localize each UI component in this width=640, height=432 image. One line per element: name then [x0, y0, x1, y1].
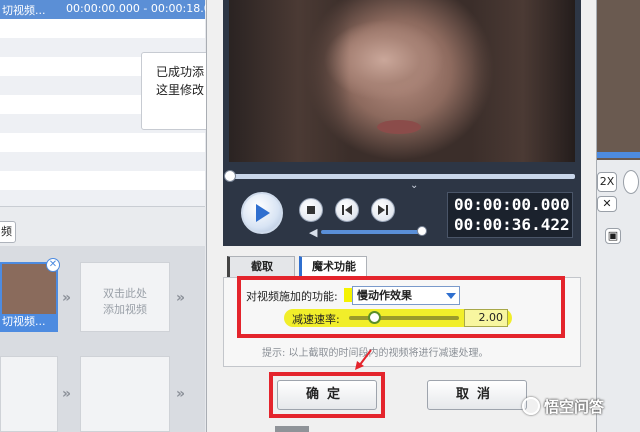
- watermark-logo-icon: [522, 397, 540, 415]
- video-frame: [229, 0, 575, 162]
- add-clip-label-1: 双击此处: [103, 287, 147, 300]
- remove-clip-icon[interactable]: ✕: [46, 258, 60, 272]
- tip-line-1: 已成功添: [156, 65, 205, 79]
- cancel-button[interactable]: 取消: [427, 380, 527, 410]
- watermark-text: 悟空问答: [544, 398, 605, 416]
- stop-icon: [307, 206, 315, 214]
- tip-line-2: 这里修改: [156, 83, 205, 97]
- round-button[interactable]: [623, 170, 639, 194]
- tab-magic-functions[interactable]: 魔术功能: [299, 256, 367, 278]
- volume-icon[interactable]: ◀: [309, 226, 317, 239]
- add-clip-label-2: 添加视频: [103, 303, 147, 316]
- toolbar-button[interactable]: 频: [0, 221, 16, 243]
- time-display: 00:00:00.000 00:00:36.422: [447, 192, 573, 238]
- speed-button[interactable]: 2X: [597, 172, 617, 192]
- step-back-icon: [342, 205, 352, 215]
- right-panel: 2X ✕ ▣: [597, 0, 640, 432]
- chevron-right-icon: »: [176, 386, 185, 402]
- annotation-arrow-icon: [355, 349, 372, 370]
- right-preview: [597, 0, 640, 160]
- chevron-down-icon: ⌄: [410, 180, 419, 191]
- step-forward-icon: [378, 205, 388, 215]
- time-current: 00:00:00.000: [454, 195, 570, 214]
- watermark: 悟空问答: [522, 396, 604, 417]
- clip-name: 切视频...: [2, 4, 46, 17]
- play-icon: [256, 204, 270, 222]
- info-tooltip: 已成功添 这里修改: [141, 52, 213, 130]
- save-icon[interactable]: ▣: [605, 228, 621, 244]
- annotation-box-ok: [269, 372, 385, 418]
- empty-clip-slot[interactable]: [80, 356, 170, 432]
- previous-frame-button[interactable]: [335, 198, 359, 222]
- list-toolbar: 频: [0, 206, 205, 246]
- next-frame-button[interactable]: [371, 198, 395, 222]
- clip-list: 切视频... 00:00:00.000 - 00:00:18.0 已成功添 这里…: [0, 0, 213, 209]
- video-effect-dialog: ⌄ ◀ 00:00:00.000 00:00:36.422 截取 魔术功能 对视…: [206, 0, 597, 432]
- chevron-right-icon: »: [176, 290, 185, 306]
- clip-range: 00:00:00.000 - 00:00:18.0: [66, 2, 211, 15]
- volume-slider[interactable]: [321, 230, 419, 234]
- tab-bar: 截取 魔术功能: [223, 256, 581, 278]
- clip-thumbnail[interactable]: 切视频...: [0, 262, 58, 332]
- video-player: ⌄ ◀ 00:00:00.000 00:00:36.422: [223, 0, 581, 246]
- clip-thumbnail-caption: 切视频...: [2, 314, 56, 330]
- tab-trim[interactable]: 截取: [227, 256, 295, 278]
- annotation-box-settings: [237, 276, 565, 338]
- chevron-right-icon: »: [62, 290, 71, 306]
- seek-bar[interactable]: [229, 174, 575, 179]
- time-total: 00:00:36.422: [454, 215, 570, 234]
- seek-handle[interactable]: [224, 170, 236, 182]
- hint-text: 提示: 以上截取的时间段内的视频将进行减速处理。: [262, 348, 489, 359]
- chevron-right-icon: »: [62, 386, 71, 402]
- clip-list-row[interactable]: 切视频... 00:00:00.000 - 00:00:18.0: [0, 0, 211, 19]
- volume-handle[interactable]: [417, 226, 427, 236]
- stop-button[interactable]: [299, 198, 323, 222]
- scrollbar[interactable]: [275, 426, 309, 432]
- close-icon[interactable]: ✕: [597, 196, 617, 212]
- empty-clip-slot[interactable]: [0, 356, 58, 432]
- add-clip-slot[interactable]: 双击此处 添加视频: [80, 262, 170, 332]
- play-button[interactable]: [241, 192, 283, 234]
